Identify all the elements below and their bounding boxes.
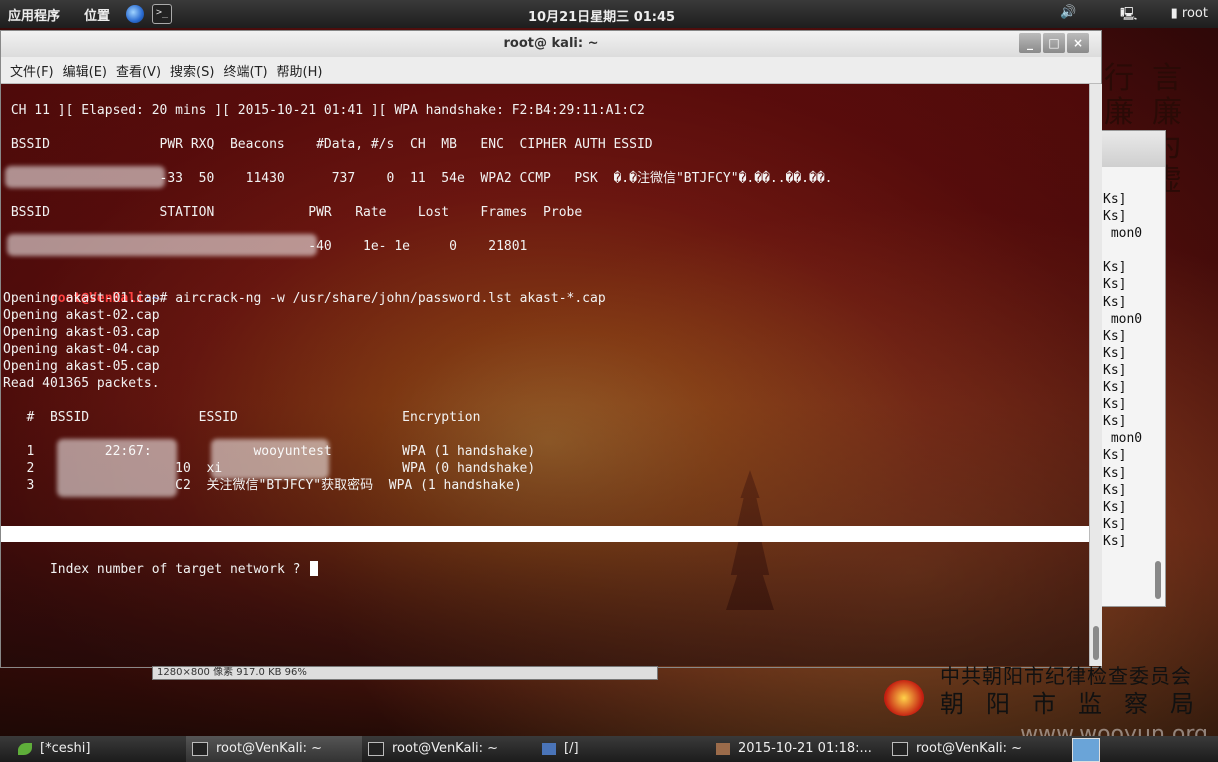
background-output-line: Ks] [1103,277,1127,293]
party-emblem-icon [884,680,924,716]
background-window-titlebar[interactable] [1093,131,1165,167]
taskbar-item-ceshi[interactable]: [*ceshi] [18,736,90,762]
top-panel: 应用程序 位置 >_ 10月21日星期三 01:45 🔊 🖳 ▮ root [0,0,1218,28]
terminal-line: BSSID STATION PWR Rate Lost Frames Probe [3,205,583,220]
background-output-line: mon0 [1103,226,1143,242]
volume-icon[interactable]: 🔊 [1060,5,1076,20]
taskbar-item-image[interactable]: 2015-10-21 01:18:... [716,736,872,762]
taskbar: [*ceshi] root@VenKali: ~ root@VenKali: ~… [0,736,1218,762]
background-output-line: Ks] [1103,448,1127,464]
terminal-launcher-icon[interactable]: >_ [152,4,173,24]
prompt-command: # aircrack-ng -w /usr/share/john/passwor… [159,291,606,306]
terminal-window[interactable]: root@ kali: ~ _ □ × 文件(F) 编辑(E) 查看(V) 搜索… [0,30,1102,668]
terminal-titlebar[interactable]: root@ kali: ~ _ □ × [1,31,1101,57]
applications-menu[interactable]: 应用程序 [8,5,60,24]
background-output-line: Ks] [1103,482,1127,498]
background-output-line: Ks] [1103,192,1127,207]
taskbar-item-terminal[interactable]: root@VenKali: ~ [186,736,362,762]
background-output-line: Ks] [1103,533,1127,549]
terminal-line: Opening akast-04.cap [3,342,160,357]
background-output-line [1103,242,1165,259]
close-button[interactable]: × [1067,33,1089,53]
terminal-line: CH 11 ][ Elapsed: 20 mins ][ 2015-10-21 … [3,103,645,118]
maximize-button[interactable]: □ [1043,33,1065,53]
scrollbar-thumb[interactable] [1093,626,1099,660]
background-output-line: Ks] [1103,516,1127,532]
text-cursor [310,561,319,576]
background-output-line: Ks] [1103,465,1127,481]
user-menu[interactable]: ▮ root [1171,6,1208,21]
background-output-line: Ks] [1103,294,1127,310]
input-prompt: Index number of target network ? [49,562,309,577]
taskbar-label: root@VenKali: ~ [916,741,1023,756]
places-menu[interactable]: 位置 [84,5,110,24]
terminal-scrollbar[interactable] [1089,84,1102,666]
org-name-line2: 朝阳市监察局 [940,690,1216,718]
image-viewer-statusbar: 1280×800 像素 917.0 KB 96% [152,666,658,680]
background-output-line: Ks] [1103,328,1127,344]
menu-view[interactable]: 查看(V) [116,61,161,80]
background-output-line: Ks] [1103,260,1127,276]
terminal-line: # BSSID ESSID Encryption [3,410,481,425]
terminal-icon [368,742,384,756]
taskbar-label: 2015-10-21 01:18:... [738,741,872,756]
menu-terminal[interactable]: 终端(T) [223,61,267,80]
minimize-button[interactable]: _ [1019,33,1041,53]
browser-launcher-icon[interactable] [126,5,145,23]
taskbar-label: root@VenKali: ~ [392,741,499,756]
taskbar-label: root@VenKali: ~ [216,741,323,756]
background-output-line: mon0 [1103,311,1143,327]
terminal-menubar: 文件(F) 编辑(E) 查看(V) 搜索(S) 终端(T) 帮助(H) [1,57,1101,84]
terminal-line: Opening akast-01.cap [3,291,160,306]
terminal-output[interactable]: CH 11 ][ Elapsed: 20 mins ][ 2015-10-21 … [1,84,1089,666]
background-output-line: Ks] [1103,499,1127,515]
background-output-line: Ks] [1103,345,1127,361]
calligraphy-column: 行廉 [1104,61,1134,130]
input-prompt-line[interactable]: Index number of target network ? [3,544,319,577]
redaction-blur [7,234,317,256]
background-output-line: Ks] [1103,209,1127,225]
taskbar-item-terminal[interactable]: root@VenKali: ~ [368,736,498,762]
terminal-line: BSSID PWR RXQ Beacons #Data, #/s CH MB E… [3,137,653,152]
background-window-scrollbar[interactable] [1155,561,1161,599]
menu-file[interactable]: 文件(F) [10,61,54,80]
taskbar-item-files[interactable]: [/] [542,736,579,762]
terminal-line: Opening akast-02.cap [3,308,160,323]
taskbar-item-terminal[interactable]: root@VenKali: ~ [892,736,1022,762]
user-name: root [1181,6,1208,21]
image-icon [716,743,730,755]
background-output-line: Ks] [1103,397,1127,413]
background-terminal-window[interactable]: Ks] Ks] mon0 Ks] Ks] Ks] mon0 Ks] Ks] Ks] Ks] Ks]… [1092,130,1166,607]
background-window-output: Ks] Ks] mon0 Ks] Ks] Ks] mon0 Ks] Ks] Ks] Ks] Ks]… [1093,167,1165,550]
redaction-blur [211,439,329,479]
folder-icon [542,743,556,755]
terminal-line: Opening akast-05.cap [3,359,160,374]
workspace-switcher[interactable] [1072,738,1100,762]
menu-edit[interactable]: 编辑(E) [63,61,107,80]
network-icon[interactable]: 🖳 [1120,5,1137,27]
selection-highlight [1,526,1089,542]
terminal-icon [892,742,908,756]
taskbar-label: [/] [564,741,579,756]
background-output-line: Ks] [1103,380,1127,396]
menu-help[interactable]: 帮助(H) [277,61,323,80]
leaf-icon [18,743,32,755]
clock[interactable]: 10月21日星期三 01:45 [528,6,675,25]
background-output-line: Ks] [1103,414,1127,430]
command-line: root@VenKali:~# aircrack-ng -w /usr/shar… [3,273,606,306]
terminal-title: root@ kali: ~ [503,36,599,51]
redaction-blur [57,439,177,497]
redaction-blur [5,166,165,188]
taskbar-label: [*ceshi] [40,741,91,756]
terminal-icon [192,742,208,756]
terminal-line: Read 401365 packets. [3,376,160,391]
terminal-line: Opening akast-03.cap [3,325,160,340]
menu-search[interactable]: 搜索(S) [170,61,214,80]
background-output-line: mon0 [1103,431,1143,447]
background-output-line: Ks] [1103,362,1127,378]
